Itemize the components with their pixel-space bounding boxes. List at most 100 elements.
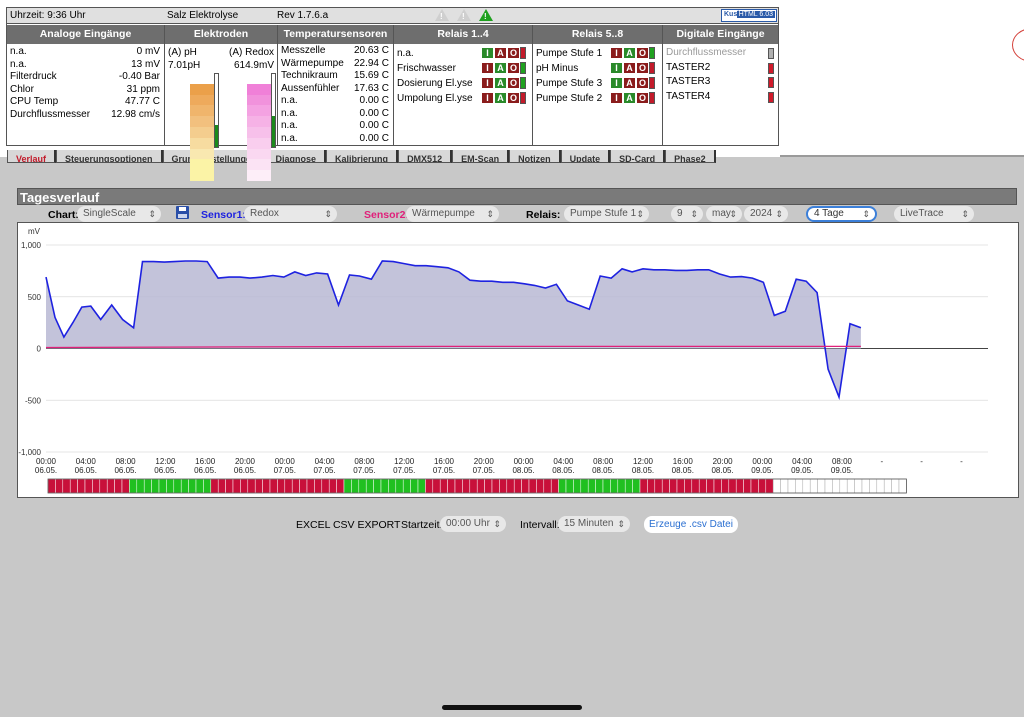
- relay-mode-o-button[interactable]: O: [636, 47, 649, 59]
- digital-inputs-title: Digitale Eingänge: [663, 25, 778, 44]
- relay-mode-a-button[interactable]: A: [623, 47, 636, 59]
- tab-3[interactable]: Diagnose: [266, 150, 327, 163]
- relay-state-cell: [891, 478, 900, 494]
- series-area-redox: [46, 261, 861, 398]
- relay-mode-o-button[interactable]: O: [507, 77, 520, 89]
- relay-mode-switch: IAO: [610, 92, 655, 104]
- x-tick-time: 00:00: [36, 457, 57, 466]
- analog-row-label: n.a.: [10, 58, 27, 70]
- tab-0[interactable]: Verlauf: [7, 150, 57, 163]
- tab-10[interactable]: Phase2: [665, 150, 716, 163]
- relay-state-cell: [462, 478, 471, 494]
- ph-level-fill: [215, 125, 218, 147]
- relay-mode-i-button[interactable]: I: [610, 92, 623, 104]
- relay-state-cell: [225, 478, 234, 494]
- relay-mode-a-button[interactable]: A: [494, 92, 507, 104]
- tab-7[interactable]: Notizen: [509, 150, 561, 163]
- month-select[interactable]: may ⇕: [706, 206, 742, 222]
- relay-mode-a-button[interactable]: A: [623, 77, 636, 89]
- tab-9[interactable]: SD-Card: [610, 150, 666, 163]
- tab-4[interactable]: Kalibrierung: [326, 150, 399, 163]
- analog-row: Filterdruck -0.40 Bar: [7, 71, 164, 84]
- relay-mode-o-button[interactable]: O: [636, 77, 649, 89]
- year-select[interactable]: 2024 ⇕: [744, 206, 788, 222]
- relais-select[interactable]: Pumpe Stufe 1 ⇕: [564, 206, 649, 222]
- relay-state-cell: [432, 478, 441, 494]
- relay-state-cell: [136, 478, 145, 494]
- relay-mode-a-button[interactable]: A: [623, 92, 636, 104]
- analog-row: Durchflussmesser 12.98 cm/s: [7, 109, 164, 122]
- relay-mode-i-button[interactable]: I: [481, 92, 494, 104]
- relay-mode-switch: IAO: [481, 92, 526, 104]
- x-tick-date: 08.05.: [552, 466, 574, 475]
- relay-state-cell: [550, 478, 559, 494]
- relay-mode-i-button[interactable]: I: [610, 62, 623, 74]
- relay-mode-o-button[interactable]: O: [507, 47, 520, 59]
- temperature-row-label: Messzelle: [281, 45, 326, 56]
- livetrace-select[interactable]: LiveTrace ⇕: [894, 206, 974, 222]
- relay-mode-o-button[interactable]: O: [507, 92, 520, 104]
- tab-8[interactable]: Update: [560, 150, 611, 163]
- y-tick-label: -1,000: [18, 448, 41, 457]
- create-csv-button[interactable]: Erzeuge .csv Datei: [644, 516, 738, 533]
- redox-level-tube: [271, 73, 276, 148]
- relay-mode-a-button[interactable]: A: [494, 77, 507, 89]
- relay-mode-i-button[interactable]: I: [481, 62, 494, 74]
- x-tick-time: 12:00: [633, 457, 654, 466]
- relay-state-cell: [809, 478, 818, 494]
- relay-mode-o-button[interactable]: O: [636, 62, 649, 74]
- temperature-row: Technikraum 15.69 C: [278, 70, 393, 83]
- relay-state-cell: [158, 478, 167, 494]
- tab-6[interactable]: EM-Scan: [452, 150, 510, 163]
- save-icon[interactable]: [176, 206, 189, 219]
- ok-warning-icon[interactable]: !: [479, 9, 493, 21]
- warning-icon-1[interactable]: !: [435, 9, 449, 21]
- x-tick-date: 06.05.: [114, 466, 136, 475]
- x-tick-time: 16:00: [195, 457, 216, 466]
- range-select[interactable]: 4 Tage ⇕: [806, 206, 877, 222]
- relay-mode-o-button[interactable]: O: [636, 92, 649, 104]
- start-time-label: Startzeit:: [401, 519, 443, 531]
- relais58-relay-row: pH Minus I A O: [533, 61, 662, 76]
- relay-mode-a-button[interactable]: A: [494, 47, 507, 59]
- ph-scale-segment: [190, 73, 214, 84]
- relais58-relay-row: Pumpe Stufe 2 IAO: [533, 91, 662, 106]
- tab-1[interactable]: Steuerungsoptionen: [56, 150, 163, 163]
- ph-scale-segment: [190, 148, 214, 160]
- day-select[interactable]: 9 ⇕: [671, 206, 703, 222]
- interval-select[interactable]: 15 Minuten ⇕: [558, 516, 630, 532]
- relay-mode-a-button[interactable]: A: [623, 62, 636, 74]
- x-tick-time: 08:00: [593, 457, 614, 466]
- relay-mode-i-button[interactable]: I: [610, 77, 623, 89]
- relay-mode-a-button[interactable]: A: [494, 62, 507, 74]
- relay-state-cell: [410, 478, 419, 494]
- tab-5[interactable]: DMX512: [398, 150, 453, 163]
- livetrace-select-value: LiveTrace: [900, 208, 944, 219]
- relay-mode-o-button[interactable]: O: [507, 62, 520, 74]
- x-tick-date: 08.05.: [592, 466, 614, 475]
- sensor2-select[interactable]: Wärmepumpe ⇕: [406, 206, 499, 222]
- sensor2-label: Sensor2:: [364, 209, 409, 221]
- analog-row: CPU Temp 47.77 C: [7, 96, 164, 109]
- relay-state-cell: [898, 478, 907, 494]
- relay-state-cell: [388, 478, 397, 494]
- sensor1-select[interactable]: Redox ⇕: [244, 206, 337, 222]
- start-time-select[interactable]: 00:00 Uhr ⇕: [440, 516, 506, 532]
- relais-5-8-column: Relais 5..8 Pumpe Stufe 1 I A OpH Minus I A O P…: [533, 25, 663, 146]
- x-tick-time: -: [960, 457, 963, 466]
- relay-state-cell: [358, 478, 367, 494]
- analog-row-label: n.a.: [10, 46, 27, 57]
- range-select-value: 4 Tage: [814, 208, 844, 219]
- relay-mode-i-button[interactable]: I: [610, 47, 623, 59]
- relay-state-cell: [469, 478, 478, 494]
- home-indicator[interactable]: [442, 705, 582, 710]
- chevron-updown-icon: ⇕: [486, 209, 494, 219]
- analog-row-label: Chlor: [10, 83, 34, 95]
- relay-mode-i-button[interactable]: I: [481, 47, 494, 59]
- relay-mode-i-button[interactable]: I: [481, 77, 494, 89]
- relay-state-cell: [691, 478, 700, 494]
- chart-select[interactable]: SingleScale ⇕: [77, 206, 161, 222]
- warning-icon-2[interactable]: !: [457, 9, 471, 21]
- relais-5-8-title: Relais 5..8: [533, 25, 662, 44]
- relay-status-led-icon: [649, 62, 655, 74]
